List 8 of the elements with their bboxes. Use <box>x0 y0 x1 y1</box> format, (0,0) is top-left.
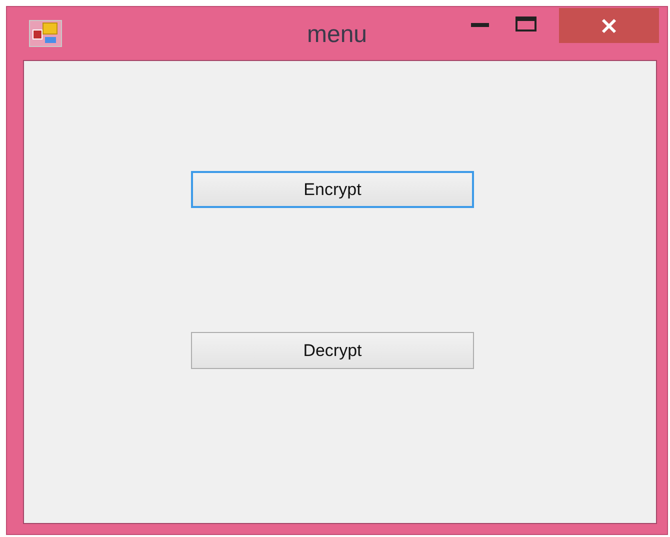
close-icon <box>601 18 617 34</box>
window-title: menu <box>306 21 368 49</box>
action-button[interactable]: Encrypt <box>191 171 474 208</box>
app-icon <box>29 20 62 47</box>
close-button[interactable] <box>559 8 659 43</box>
maximize-icon <box>515 16 537 32</box>
action-button[interactable]: Decrypt <box>191 332 474 369</box>
minimize-icon <box>471 21 489 27</box>
